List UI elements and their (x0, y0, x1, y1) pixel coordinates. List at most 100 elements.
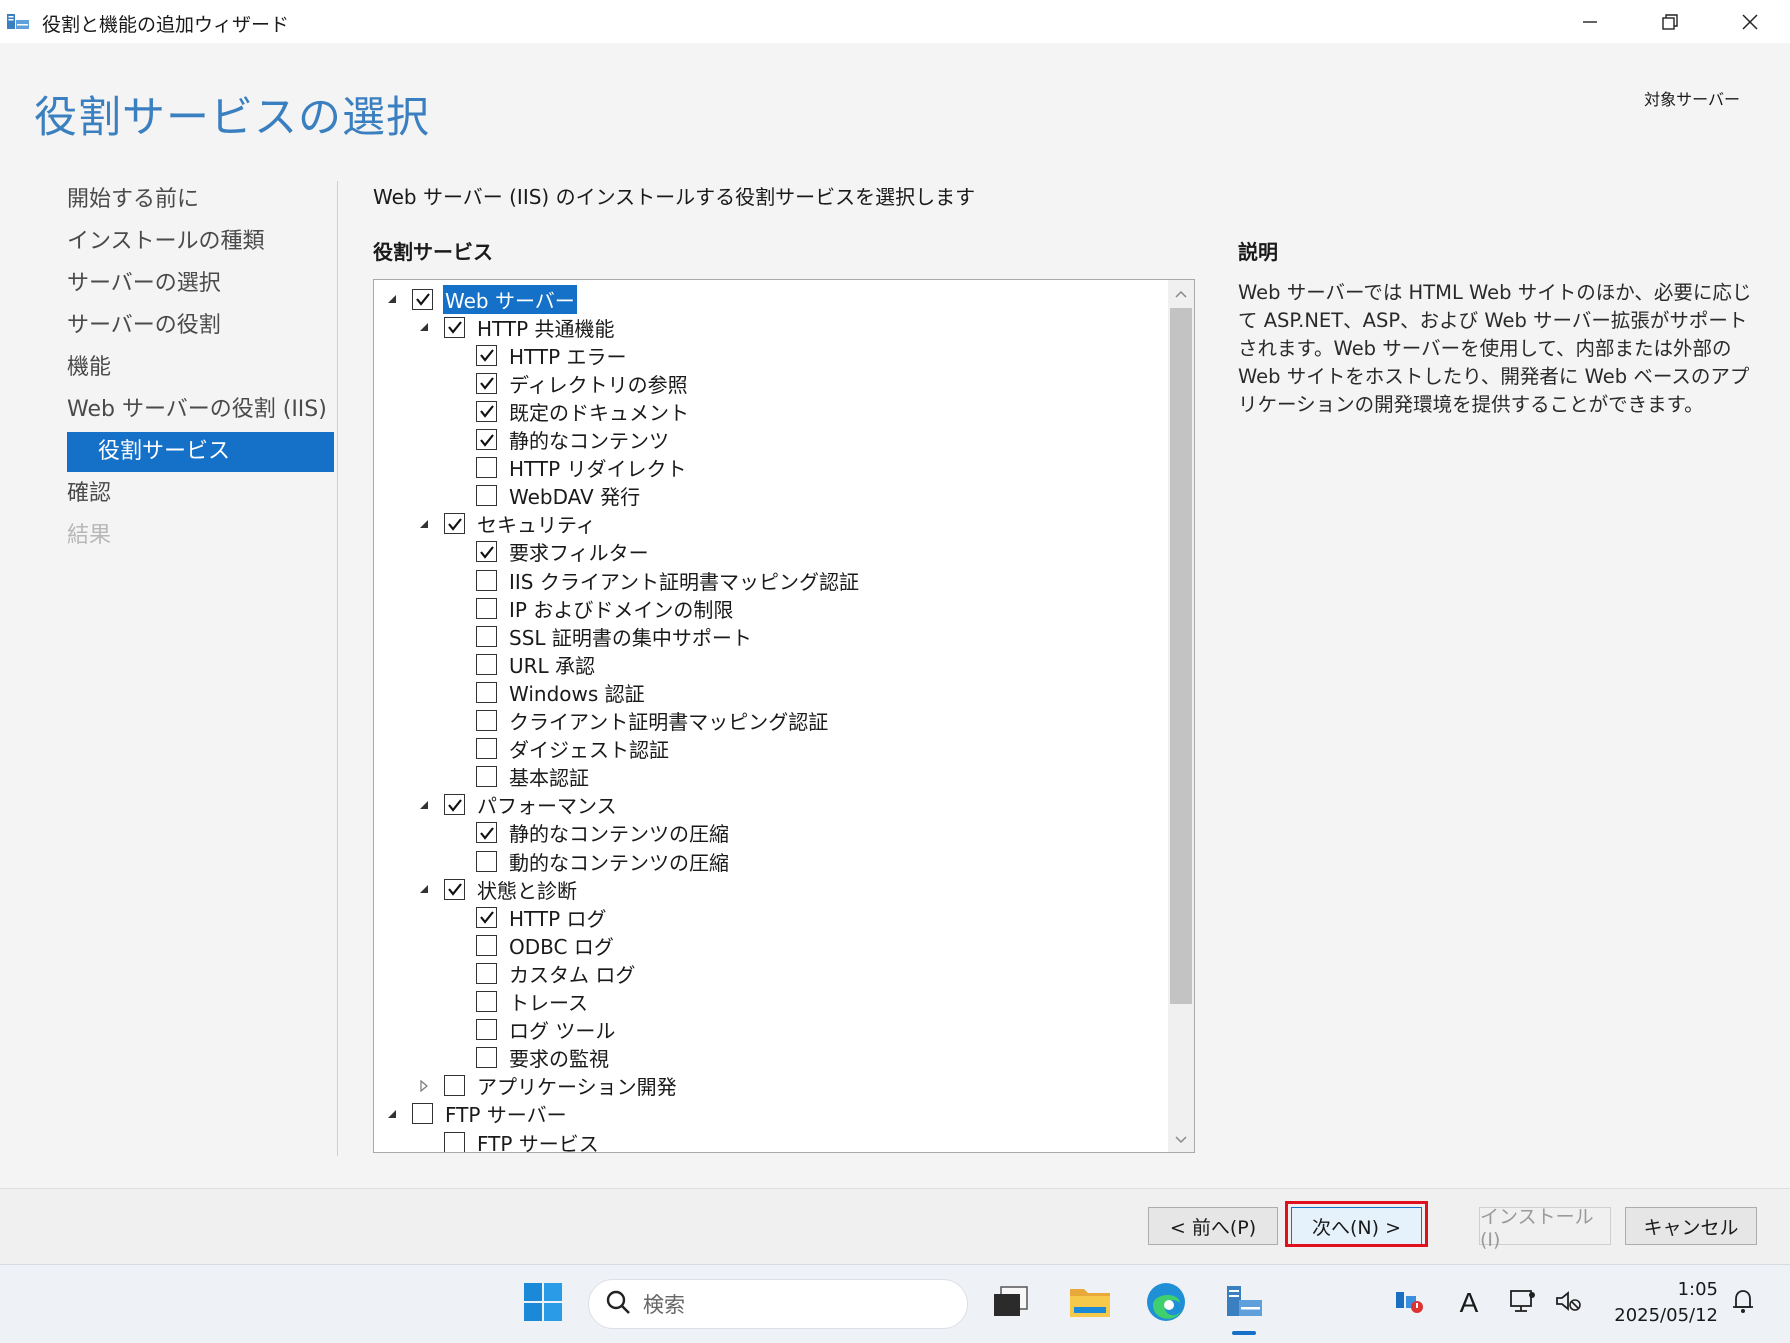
step-features[interactable]: 機能 (67, 348, 111, 388)
tree-item[interactable]: Windows 認証 (448, 679, 647, 706)
checkbox-unchecked[interactable] (476, 710, 497, 731)
checkbox-unchecked[interactable] (476, 681, 497, 703)
step-web-server-role[interactable]: Web サーバーの役割 (IIS) (67, 390, 327, 430)
tree-item[interactable]: 基本認証 (448, 764, 591, 790)
tray-network-button[interactable] (1393, 1283, 1425, 1323)
checkbox-unchecked[interactable] (476, 934, 497, 956)
step-before-you-begin[interactable]: 開始する前に (67, 180, 199, 220)
checkbox-unchecked[interactable] (476, 485, 497, 507)
tree-item[interactable]: 要求フィルター (448, 539, 651, 565)
tree-item[interactable]: FTP サービス (416, 1129, 601, 1152)
step-role-services[interactable]: 役割サービス (67, 432, 334, 472)
tree-item[interactable]: WebDAV 発行 (448, 483, 642, 509)
tree-item[interactable]: セキュリティ (416, 511, 598, 537)
scroll-up-button[interactable] (1168, 280, 1194, 306)
step-installation-type[interactable]: インストールの種類 (67, 222, 265, 262)
tree-item[interactable]: トレース (448, 989, 590, 1015)
checkbox-checked[interactable] (476, 429, 497, 450)
checkbox-checked[interactable] (476, 344, 497, 366)
step-server-roles[interactable]: サーバーの役割 (67, 306, 221, 346)
next-button[interactable]: 次へ(N) > (1291, 1207, 1422, 1245)
tree-item[interactable]: HTTP 共通機能 (416, 314, 617, 341)
role-services-tree[interactable]: Web サーバー HTTP 共通機能 HTTP エラー ディレクトリの参照 既定のドキュ… (373, 279, 1195, 1153)
server-manager-taskbar-button[interactable] (1218, 1278, 1270, 1330)
tree-item[interactable]: アプリケーション開発 (416, 1073, 679, 1099)
checkbox-unchecked[interactable] (412, 1103, 433, 1125)
expand-arrow-icon[interactable] (416, 319, 432, 335)
task-view-button[interactable] (985, 1278, 1037, 1330)
start-button[interactable] (517, 1278, 569, 1330)
minimize-button[interactable] (1550, 0, 1630, 43)
cancel-button[interactable]: キャンセル (1625, 1207, 1757, 1245)
checkbox-checked[interactable] (476, 372, 497, 394)
expand-arrow-icon[interactable] (384, 291, 400, 307)
checkbox-unchecked[interactable] (476, 457, 497, 479)
tree-item[interactable]: カスタム ログ (448, 960, 637, 987)
tree-item[interactable]: 状態と診断 (416, 876, 579, 903)
tree-item[interactable]: 静的なコンテンツ (448, 427, 671, 453)
tree-item[interactable]: 既定のドキュメント (448, 398, 691, 425)
checkbox-unchecked[interactable] (476, 569, 497, 591)
tree-item[interactable]: IP およびドメインの制限 (448, 595, 735, 622)
taskbar-search[interactable]: 検索 (588, 1279, 968, 1329)
expand-arrow-icon[interactable] (384, 1106, 400, 1122)
tree-item[interactable]: URL 承認 (448, 651, 597, 678)
checkbox-unchecked[interactable] (476, 850, 497, 872)
checkbox-unchecked[interactable] (476, 962, 497, 984)
tray-display-button[interactable] (1507, 1283, 1539, 1323)
scroll-down-button[interactable] (1168, 1126, 1194, 1152)
tree-item[interactable]: HTTP ログ (448, 904, 609, 931)
restore-button[interactable] (1630, 0, 1710, 43)
close-button[interactable] (1710, 0, 1790, 43)
tree-item[interactable]: 要求の監視 (448, 1045, 611, 1071)
collapse-arrow-icon[interactable] (416, 1078, 432, 1094)
tree-item[interactable]: Web サーバー (384, 284, 577, 314)
checkbox-checked[interactable] (476, 541, 497, 563)
tree-item[interactable]: HTTP リダイレクト (448, 455, 689, 481)
edge-button[interactable] (1140, 1278, 1192, 1330)
checkbox-checked[interactable] (412, 288, 433, 310)
checkbox-checked[interactable] (476, 400, 497, 422)
checkbox-unchecked[interactable] (476, 653, 497, 675)
checkbox-unchecked[interactable] (444, 1131, 465, 1152)
checkbox-checked[interactable] (444, 316, 465, 338)
checkbox-unchecked[interactable] (476, 991, 497, 1012)
scroll-thumb[interactable] (1170, 308, 1192, 1004)
tree-item[interactable]: ODBC ログ (448, 932, 616, 959)
tree-item[interactable]: パフォーマンス (416, 792, 619, 818)
file-explorer-button[interactable] (1064, 1278, 1116, 1330)
checkbox-unchecked[interactable] (476, 597, 497, 619)
tree-item[interactable]: IIS クライアント証明書マッピング認証 (448, 567, 861, 594)
expand-arrow-icon[interactable] (416, 797, 432, 813)
checkbox-unchecked[interactable] (444, 1075, 465, 1097)
tree-scrollbar[interactable] (1168, 280, 1194, 1152)
taskbar-clock[interactable]: 1:05 2025/05/12 (1614, 1277, 1718, 1329)
checkbox-unchecked[interactable] (476, 1019, 497, 1041)
checkbox-unchecked[interactable] (476, 766, 497, 788)
ime-indicator[interactable]: A (1454, 1283, 1484, 1323)
tree-item[interactable]: SSL 証明書の集中サポート (448, 623, 754, 650)
tray-volume-button[interactable] (1553, 1283, 1585, 1323)
tree-item[interactable]: ディレクトリの参照 (448, 370, 690, 397)
tree-item[interactable]: クライアント証明書マッピング認証 (448, 708, 830, 734)
checkbox-unchecked[interactable] (476, 738, 497, 760)
expand-arrow-icon[interactable] (416, 516, 432, 532)
checkbox-checked[interactable] (444, 878, 465, 900)
tree-item[interactable]: ログ ツール (448, 1017, 617, 1043)
tree-item[interactable]: 静的なコンテンツの圧縮 (448, 820, 731, 846)
tree-item[interactable]: ダイジェスト認証 (448, 736, 671, 762)
expand-arrow-icon[interactable] (416, 881, 432, 897)
tree-item[interactable]: 動的なコンテンツの圧縮 (448, 848, 731, 875)
checkbox-checked[interactable] (476, 906, 497, 928)
notification-button[interactable] (1727, 1283, 1759, 1323)
checkbox-unchecked[interactable] (476, 1047, 497, 1069)
checkbox-checked[interactable] (444, 513, 465, 535)
step-confirmation[interactable]: 確認 (67, 474, 111, 514)
tree-item[interactable]: HTTP エラー (448, 342, 629, 369)
step-server-selection[interactable]: サーバーの選択 (67, 264, 221, 304)
previous-button[interactable]: < 前へ(P) (1148, 1207, 1278, 1245)
tree-item[interactable]: FTP サーバー (384, 1101, 569, 1127)
checkbox-unchecked[interactable] (476, 625, 497, 647)
checkbox-checked[interactable] (476, 822, 497, 844)
checkbox-checked[interactable] (444, 794, 465, 816)
